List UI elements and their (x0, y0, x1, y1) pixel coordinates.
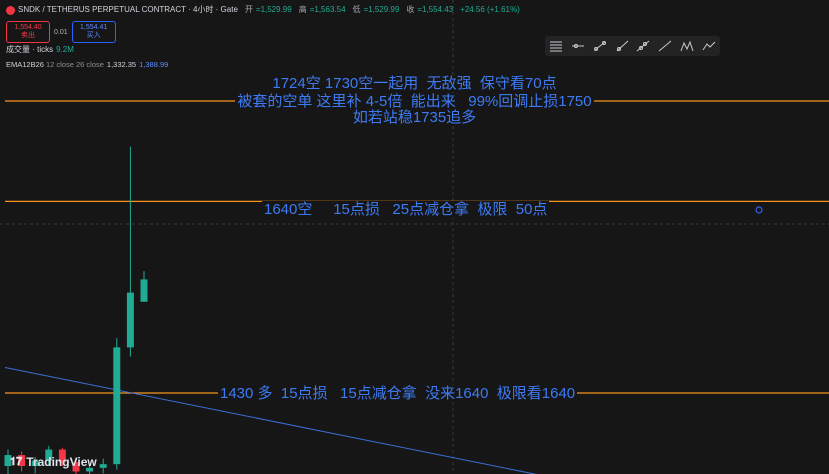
chart-legend: SNDK / TETHERUS PERPETUAL CONTRACT · 4小时… (6, 4, 520, 16)
open-label: 开 (244, 5, 253, 14)
symbol-logo-icon (6, 5, 15, 15)
level-label-1430-content: 1430 多 15点损 15点减仓拿 没来1640 极限看1640 (218, 385, 578, 402)
ema-label: EMA12B26 (6, 60, 44, 69)
tradingview-mark-icon: 𝟏𝟕 (10, 455, 23, 468)
low-label: 低 (352, 5, 361, 14)
ema-params: 12 close 26 close (45, 60, 104, 69)
volume-legend[interactable]: 成交量 · ticks 9.2M (6, 44, 74, 55)
brand-name: TradingView (26, 455, 97, 469)
drawing-toolbar (545, 36, 720, 56)
sell-label: 卖出 (21, 32, 35, 39)
volume-label: 成交量 · ticks (6, 45, 54, 54)
candle-body[interactable] (126, 292, 134, 348)
candle-body[interactable] (99, 464, 107, 468)
drawing-anchor-handle[interactable] (755, 206, 763, 214)
sell-price: 1,554.40 (14, 24, 42, 31)
buy-label: 买入 (86, 32, 101, 39)
tradingview-logo[interactable]: 𝟏𝟕 TradingView (10, 455, 97, 469)
ema-value-2: 1,388.99 (139, 60, 169, 69)
close-label: 收 (406, 5, 415, 14)
level-label-1430[interactable]: 1430 多 15点损 15点减仓拿 没来1640 极限看1640 (218, 385, 578, 402)
level-label-1640[interactable]: 1640空 15点损 25点减仓拿 极限 50点 (262, 201, 550, 218)
ray-icon[interactable] (614, 39, 630, 53)
extended-line-icon[interactable] (635, 39, 651, 53)
close-value: =1,554.43 (417, 5, 454, 14)
horizontal-ray-icon[interactable] (570, 39, 586, 53)
annotation-text-3[interactable]: 如若站稳1735追多 (0, 109, 829, 126)
pattern-icon[interactable] (679, 39, 695, 53)
annotation-text-1[interactable]: 1724空 1730空一起用 无敌强 保守看70点 (0, 75, 829, 92)
ema-value-1: 1,332.35 (106, 60, 137, 69)
level-label-1640-content: 1640空 15点损 25点减仓拿 极限 50点 (262, 201, 550, 218)
annotation-text-2[interactable]: 被套的空单 这里补 4-5倍 能出来 99%回调止损1750 (0, 93, 829, 110)
high-value: =1,563.54 (309, 5, 346, 14)
volume-value: 9.2M (56, 45, 74, 54)
info-line-icon[interactable] (657, 39, 673, 53)
annotation-text-2-content: 被套的空单 这里补 4-5倍 能出来 99%回调止损1750 (235, 93, 594, 110)
price-chart[interactable] (0, 0, 829, 474)
spread-value: 0.01 (54, 28, 68, 36)
trade-buttons: 1,554.40 卖出 0.01 1,554.41 买入 (6, 21, 116, 43)
menu-lines-icon[interactable] (548, 39, 564, 53)
high-label: 高 (298, 5, 307, 14)
annotation-text-1-content: 1724空 1730空一起用 无敌强 保守看70点 (270, 75, 559, 92)
ema-legend[interactable]: EMA12B26 12 close 26 close 1,332.35 1,388.9… (6, 60, 168, 69)
buy-button[interactable]: 1,554.41 买入 (71, 21, 116, 43)
change-value: +24.56 (+1.61%) (460, 5, 520, 14)
open-value: =1,529.99 (255, 5, 292, 14)
candle-body[interactable] (140, 279, 148, 302)
symbol-title[interactable]: SNDK / TETHERUS PERPETUAL CONTRACT · 4小时… (18, 4, 238, 16)
buy-price: 1,554.41 (80, 24, 108, 31)
low-value: =1,529.99 (363, 5, 400, 14)
sell-button[interactable]: 1,554.40 卖出 (6, 21, 50, 43)
path-icon[interactable] (701, 39, 717, 53)
grid (0, 0, 829, 474)
annotation-text-3-content: 如若站稳1735追多 (350, 109, 479, 126)
trend-line-icon[interactable] (592, 39, 608, 53)
candle-body[interactable] (113, 347, 121, 465)
